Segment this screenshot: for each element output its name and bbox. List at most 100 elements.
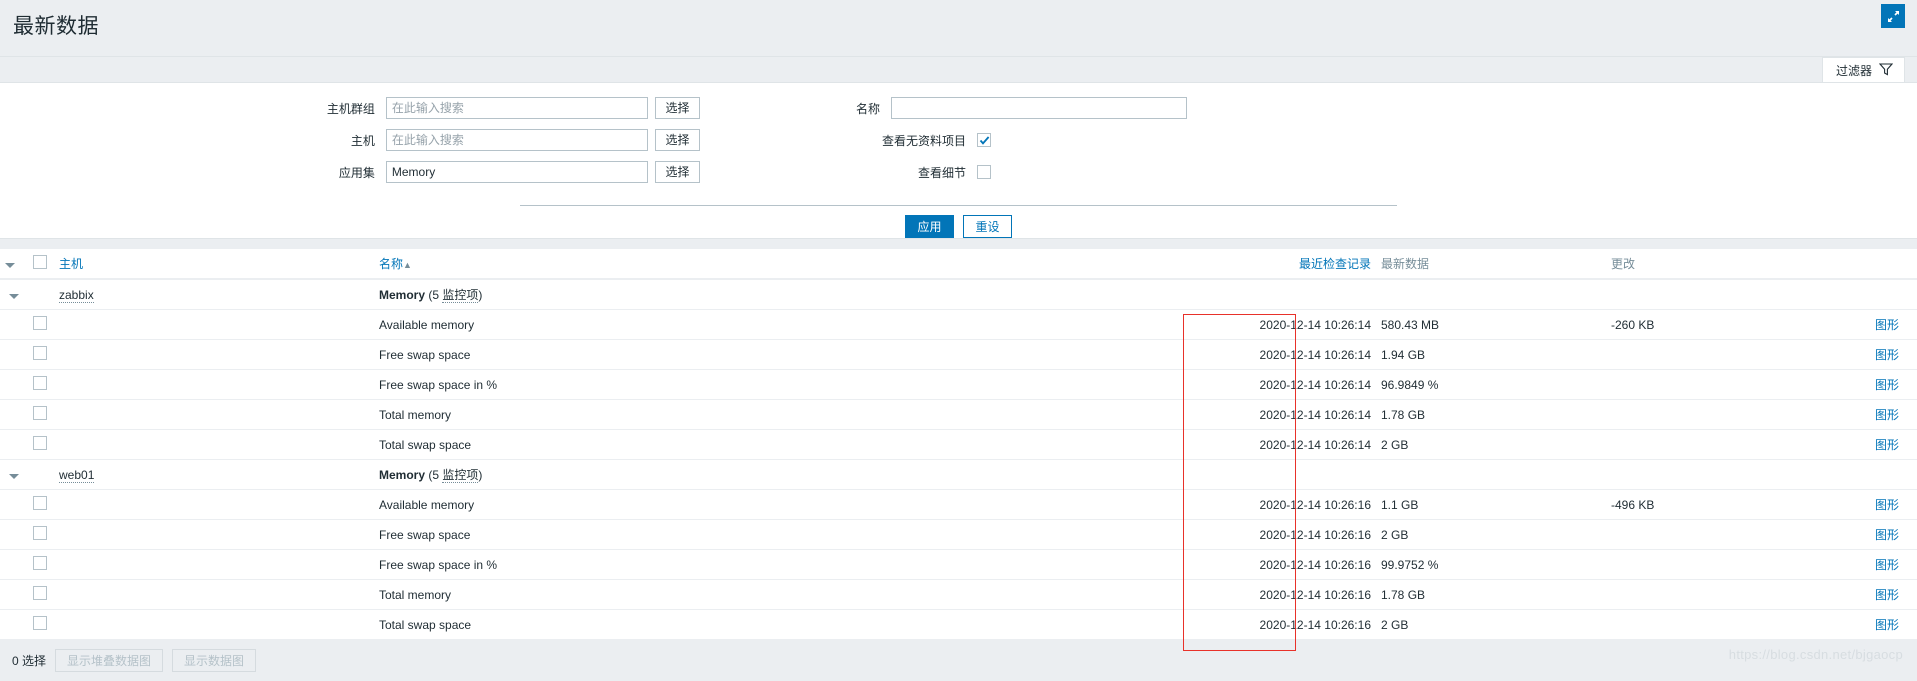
group-change-cell: [1606, 279, 1806, 310]
row-check-cell[interactable]: [28, 309, 54, 340]
row-check-cell[interactable]: [28, 579, 54, 610]
filter-tab[interactable]: 过滤器: [1821, 57, 1905, 83]
graph-cell: 图形: [1806, 309, 1917, 340]
last-check-date: 2020-12-14: [1259, 317, 1321, 332]
display-graph-button[interactable]: 显示数据图: [172, 648, 257, 672]
chevron-down-icon[interactable]: [9, 293, 19, 299]
last-check-cell: 2020-12-14 10:26:16: [1114, 519, 1376, 550]
application-select-button[interactable]: 选择: [655, 161, 700, 183]
host-group-row: web01 Memory (5 监控项): [0, 459, 1917, 490]
hosts-input[interactable]: [385, 129, 648, 151]
name-input[interactable]: [891, 97, 1187, 119]
change-cell: -260 KB: [1606, 309, 1806, 340]
item-count-link[interactable]: 监控项: [442, 468, 479, 483]
header-expand-toggle[interactable]: [0, 249, 28, 280]
row-spacer: [0, 369, 28, 400]
item-name-cell: Total memory: [374, 579, 1114, 610]
graph-link[interactable]: 图形: [1875, 378, 1899, 392]
row-checkbox[interactable]: [33, 346, 47, 360]
last-value-cell: 99.9752 %: [1376, 549, 1606, 580]
header-name-link[interactable]: 名称: [379, 257, 403, 271]
last-check-cell: 2020-12-14 10:26:14: [1114, 309, 1376, 340]
change-cell: [1606, 429, 1806, 460]
last-check-cell: 2020-12-14 10:26:16: [1114, 549, 1376, 580]
graph-link[interactable]: 图形: [1875, 528, 1899, 542]
header-last-check[interactable]: 最近检查记录: [1114, 249, 1376, 280]
host-groups-select-button[interactable]: 选择: [655, 97, 700, 119]
row-checkbox[interactable]: [33, 376, 47, 390]
sort-arrow-icon: ▲: [403, 260, 412, 270]
show-details-checkbox[interactable]: [977, 165, 991, 179]
row-checkbox[interactable]: [33, 406, 47, 420]
row-check-cell[interactable]: [28, 519, 54, 550]
row-check-cell[interactable]: [28, 339, 54, 370]
group-expand-toggle[interactable]: [0, 279, 28, 310]
graph-link[interactable]: 图形: [1875, 558, 1899, 572]
display-stacked-graph-button[interactable]: 显示堆叠数据图: [55, 648, 164, 672]
header-host[interactable]: 主机: [54, 249, 374, 280]
header-name[interactable]: 名称▲: [374, 249, 1114, 280]
chevron-down-icon[interactable]: [9, 473, 19, 479]
host-groups-input[interactable]: [385, 97, 648, 119]
kiosk-mode-button[interactable]: [1881, 4, 1905, 28]
show-without-data-checkbox[interactable]: [977, 133, 991, 147]
row-checkbox[interactable]: [33, 316, 47, 330]
apply-button[interactable]: 应用: [905, 215, 954, 238]
header-host-link[interactable]: 主机: [59, 257, 83, 271]
host-link[interactable]: zabbix: [59, 287, 94, 303]
change-cell: [1606, 369, 1806, 400]
item-name-cell: Free swap space: [374, 519, 1114, 550]
host-link[interactable]: web01: [59, 467, 95, 483]
group-graph-cell: [1806, 459, 1917, 490]
last-check-time: 10:26:14: [1324, 407, 1371, 422]
graph-cell: 图形: [1806, 609, 1917, 640]
host-cell: zabbix: [54, 279, 374, 310]
chevron-down-icon[interactable]: [5, 262, 15, 268]
item-name-cell: Total swap space: [374, 609, 1114, 640]
row-check-cell[interactable]: [28, 609, 54, 640]
row-checkbox[interactable]: [33, 556, 47, 570]
select-all-checkbox[interactable]: [33, 255, 47, 269]
application-input[interactable]: [385, 161, 648, 183]
graph-link[interactable]: 图形: [1875, 318, 1899, 332]
row-check-cell[interactable]: [28, 399, 54, 430]
row-checkbox[interactable]: [33, 616, 47, 630]
row-checkbox[interactable]: [33, 526, 47, 540]
row-host-cell: [54, 369, 374, 400]
graph-link[interactable]: 图形: [1875, 348, 1899, 362]
row-check-cell[interactable]: [28, 429, 54, 460]
last-check-cell: 2020-12-14 10:26:16: [1114, 489, 1376, 520]
row-check-cell[interactable]: [28, 549, 54, 580]
graph-cell: 图形: [1806, 339, 1917, 370]
last-check-cell: 2020-12-14 10:26:16: [1114, 609, 1376, 640]
graph-link[interactable]: 图形: [1875, 408, 1899, 422]
header-select-all[interactable]: [28, 249, 54, 280]
table-row: Available memory 2020-12-14 10:26:14 580.4…: [0, 309, 1917, 340]
group-graph-cell: [1806, 279, 1917, 310]
graph-cell: 图形: [1806, 399, 1917, 430]
item-count-link[interactable]: 监控项: [442, 288, 479, 303]
hosts-label: 主机: [350, 133, 375, 148]
row-check-cell[interactable]: [28, 489, 54, 520]
hosts-select-button[interactable]: 选择: [655, 129, 700, 151]
graph-link[interactable]: 图形: [1875, 618, 1899, 632]
row-checkbox[interactable]: [33, 436, 47, 450]
graph-link[interactable]: 图形: [1875, 438, 1899, 452]
last-check-date: 2020-12-14: [1259, 617, 1321, 632]
host-group-row: zabbix Memory (5 监控项): [0, 279, 1917, 310]
row-host-cell: [54, 339, 374, 370]
show-without-data-label: 查看无资料项目: [881, 133, 966, 148]
row-check-cell[interactable]: [28, 369, 54, 400]
reset-button[interactable]: 重设: [963, 215, 1012, 238]
graph-link[interactable]: 图形: [1875, 498, 1899, 512]
row-checkbox[interactable]: [33, 586, 47, 600]
last-check-date: 2020-12-14: [1259, 527, 1321, 542]
last-check-time: 10:26:16: [1324, 527, 1371, 542]
row-host-cell: [54, 519, 374, 550]
row-checkbox[interactable]: [33, 496, 47, 510]
header-last-check-link[interactable]: 最近检查记录: [1299, 257, 1371, 271]
group-expand-toggle[interactable]: [0, 459, 28, 490]
table-row: Free swap space 2020-12-14 10:26:16 2 GB 图形: [0, 519, 1917, 550]
graph-link[interactable]: 图形: [1875, 588, 1899, 602]
group-last-check-cell: [1114, 459, 1376, 490]
